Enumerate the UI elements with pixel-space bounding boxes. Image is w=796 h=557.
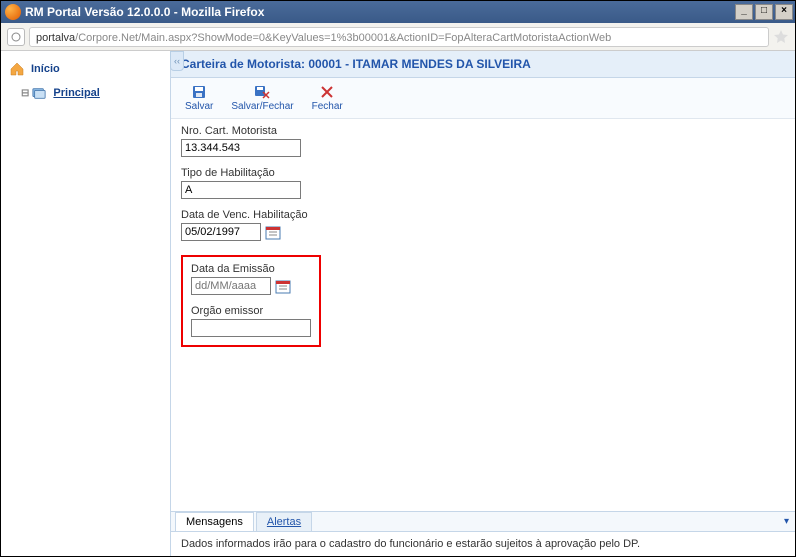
orgao-input[interactable]	[191, 319, 311, 337]
field-tipo: Tipo de Habilitação	[181, 167, 785, 199]
status-panel: Mensagens Alertas ▾ Dados informados irã…	[171, 511, 795, 556]
home-icon	[9, 61, 25, 77]
close-button[interactable]: ×	[775, 4, 793, 20]
venc-input[interactable]	[181, 223, 261, 241]
content-pane: Carteira de Motorista: 00001 - ITAMAR ME…	[171, 51, 795, 556]
save-label: Salvar	[185, 101, 213, 112]
tree-collapse-icon[interactable]: ⊟	[21, 88, 29, 99]
emissao-input[interactable]	[191, 277, 271, 295]
tab-mensagens[interactable]: Mensagens	[175, 512, 254, 531]
page-title: Carteira de Motorista: 00001 - ITAMAR ME…	[171, 51, 795, 78]
venc-label: Data de Venc. Habilitação	[181, 209, 785, 221]
sidebar-item-principal[interactable]: ⊟ Principal	[1, 81, 170, 105]
close-label: Fechar	[312, 101, 343, 112]
sidebar-collapse-handle[interactable]: ‹‹	[170, 51, 184, 71]
calendar-icon[interactable]	[265, 224, 281, 240]
form-area: Nro. Cart. Motorista Tipo de Habilitação…	[171, 119, 795, 511]
firefox-icon	[5, 4, 21, 20]
sidebar-item-inicio[interactable]: Início	[1, 57, 170, 81]
window-titlebar: RM Portal Versão 12.0.0.0 - Mozilla Fire…	[1, 1, 795, 23]
field-nro-cart: Nro. Cart. Motorista	[181, 125, 785, 157]
close-icon	[319, 84, 335, 100]
save-close-icon	[254, 84, 270, 100]
sidebar-principal-label: Principal	[53, 87, 99, 99]
window-title: RM Portal Versão 12.0.0.0 - Mozilla Fire…	[25, 5, 735, 19]
tipo-input[interactable]	[181, 181, 301, 199]
sidebar-inicio-label: Início	[31, 63, 60, 75]
field-venc: Data de Venc. Habilitação	[181, 209, 785, 241]
orgao-label: Orgão emissor	[191, 305, 311, 317]
chevron-down-icon[interactable]: ▾	[784, 516, 789, 527]
app-body: ‹‹ Início ⊟ Principal Carteira de Motori…	[1, 51, 795, 556]
url-path: /Corpore.Net/Main.aspx?ShowMode=0&KeyVal…	[75, 32, 611, 44]
status-tabs-row: Mensagens Alertas ▾	[171, 512, 795, 531]
calendar-icon-emissao[interactable]	[275, 278, 291, 294]
url-bar: portalva/Corpore.Net/Main.aspx?ShowMode=…	[1, 23, 795, 51]
site-identity-icon[interactable]	[7, 28, 25, 46]
emissao-label: Data da Emissão	[191, 263, 311, 275]
maximize-button[interactable]: □	[755, 4, 773, 20]
url-input[interactable]: portalva/Corpore.Net/Main.aspx?ShowMode=…	[29, 27, 769, 47]
nro-label: Nro. Cart. Motorista	[181, 125, 785, 137]
save-icon	[191, 84, 207, 100]
bookmark-star-icon[interactable]	[773, 29, 789, 45]
minimize-button[interactable]: _	[735, 4, 753, 20]
window-buttons: _ □ ×	[735, 4, 793, 20]
tipo-label: Tipo de Habilitação	[181, 167, 785, 179]
save-close-label: Salvar/Fechar	[231, 101, 293, 112]
field-orgao: Orgão emissor	[191, 305, 311, 337]
folder-icon	[31, 85, 47, 101]
status-message: Dados informados irão para o cadastro do…	[171, 531, 795, 556]
close-button-toolbar[interactable]: Fechar	[308, 82, 347, 114]
url-host: portalva	[36, 32, 75, 44]
save-button[interactable]: Salvar	[181, 82, 217, 114]
sidebar: ‹‹ Início ⊟ Principal	[1, 51, 171, 556]
nro-input[interactable]	[181, 139, 301, 157]
toolbar: Salvar Salvar/Fechar Fechar	[171, 78, 795, 119]
highlight-box: Data da Emissão Orgão emissor	[181, 255, 321, 347]
tab-alertas[interactable]: Alertas	[256, 512, 312, 531]
field-emissao: Data da Emissão	[191, 263, 311, 295]
save-close-button[interactable]: Salvar/Fechar	[227, 82, 297, 114]
